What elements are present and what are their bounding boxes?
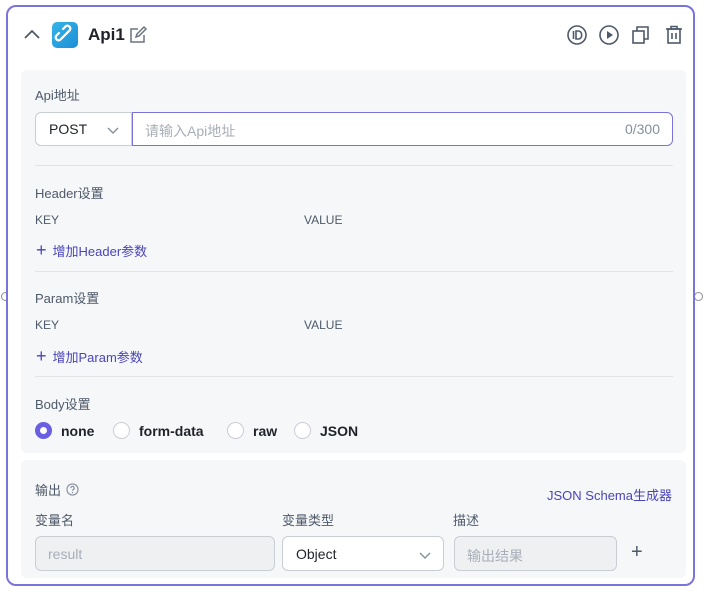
body-radio-raw[interactable]: raw xyxy=(227,422,277,439)
header-key-label: KEY xyxy=(35,213,60,227)
col-var-type: 变量类型 xyxy=(282,513,335,528)
chevron-down-icon xyxy=(419,552,431,559)
plus-icon: + xyxy=(36,346,47,366)
body-radio-none[interactable]: none xyxy=(35,422,94,439)
radio-label: raw xyxy=(253,422,278,439)
body-radio-json[interactable]: JSON xyxy=(294,422,358,439)
edit-icon[interactable] xyxy=(128,25,148,45)
param-key-label: KEY xyxy=(35,318,60,332)
divider xyxy=(35,376,673,377)
var-description-field[interactable]: 输出结果 xyxy=(454,536,617,571)
var-description-placeholder: 输出结果 xyxy=(467,548,523,564)
radio-circle xyxy=(294,422,311,439)
divider xyxy=(35,165,673,166)
trash-icon[interactable] xyxy=(663,24,685,46)
radio-circle xyxy=(35,422,52,439)
chevron-down-icon xyxy=(107,127,119,134)
col-var-name: 变量名 xyxy=(35,513,75,528)
copy-icon[interactable] xyxy=(630,24,652,46)
api-node-card: Api1 Api地址 POST 请输入Api地址 0/300 Header设置 … xyxy=(6,5,695,586)
method-select[interactable]: POST xyxy=(35,112,132,146)
plus-icon: + xyxy=(36,240,47,260)
body-radio-form-data[interactable]: form-data xyxy=(113,422,204,439)
api-address-label: Api地址 xyxy=(35,88,80,103)
api-config-panel: Api地址 POST 请输入Api地址 0/300 Header设置 KEY V… xyxy=(21,70,686,453)
chevron-up-icon[interactable] xyxy=(22,25,42,45)
param-section-label: Param设置 xyxy=(35,291,100,306)
radio-circle xyxy=(227,422,244,439)
radio-label: form-data xyxy=(139,422,204,439)
node-title: Api1 xyxy=(88,25,125,44)
var-name-value: result xyxy=(48,546,83,562)
divider xyxy=(35,271,673,272)
play-icon[interactable] xyxy=(598,24,620,46)
api-url-placeholder: 请输入Api地址 xyxy=(145,123,236,139)
add-output-row-button[interactable]: + xyxy=(631,542,643,562)
add-param-label: 增加Param参数 xyxy=(52,350,143,365)
output-section-label: 输出 xyxy=(35,483,62,498)
radio-circle xyxy=(113,422,130,439)
right-connection-handle[interactable] xyxy=(694,292,703,301)
header-section-label: Header设置 xyxy=(35,186,104,201)
add-header-label: 增加Header参数 xyxy=(52,244,148,259)
api-url-input[interactable]: 请输入Api地址 0/300 xyxy=(132,112,673,146)
json-schema-generator-link[interactable]: JSON Schema生成器 xyxy=(547,485,672,504)
add-param-button[interactable]: + 增加Param参数 xyxy=(36,347,143,366)
var-type-value: Object xyxy=(296,546,337,562)
var-name-field[interactable]: result xyxy=(35,536,275,571)
method-value: POST xyxy=(49,121,88,137)
output-section-header: 输出 xyxy=(35,480,79,499)
help-icon[interactable] xyxy=(66,483,79,496)
param-value-label: VALUE xyxy=(304,318,343,332)
var-type-select[interactable]: Object xyxy=(282,536,444,571)
add-header-button[interactable]: + 增加Header参数 xyxy=(36,241,147,260)
api-url-counter: 0/300 xyxy=(624,121,660,137)
col-description: 描述 xyxy=(453,513,480,528)
radio-label: none xyxy=(61,422,95,439)
id-icon[interactable] xyxy=(566,24,588,46)
node-header: Api1 xyxy=(8,7,693,65)
radio-label: JSON xyxy=(320,422,359,439)
body-section-label: Body设置 xyxy=(35,397,91,412)
output-panel: 输出 JSON Schema生成器 变量名 变量类型 描述 result Obj… xyxy=(21,460,686,578)
header-value-label: VALUE xyxy=(304,213,343,227)
link-icon xyxy=(52,22,78,48)
